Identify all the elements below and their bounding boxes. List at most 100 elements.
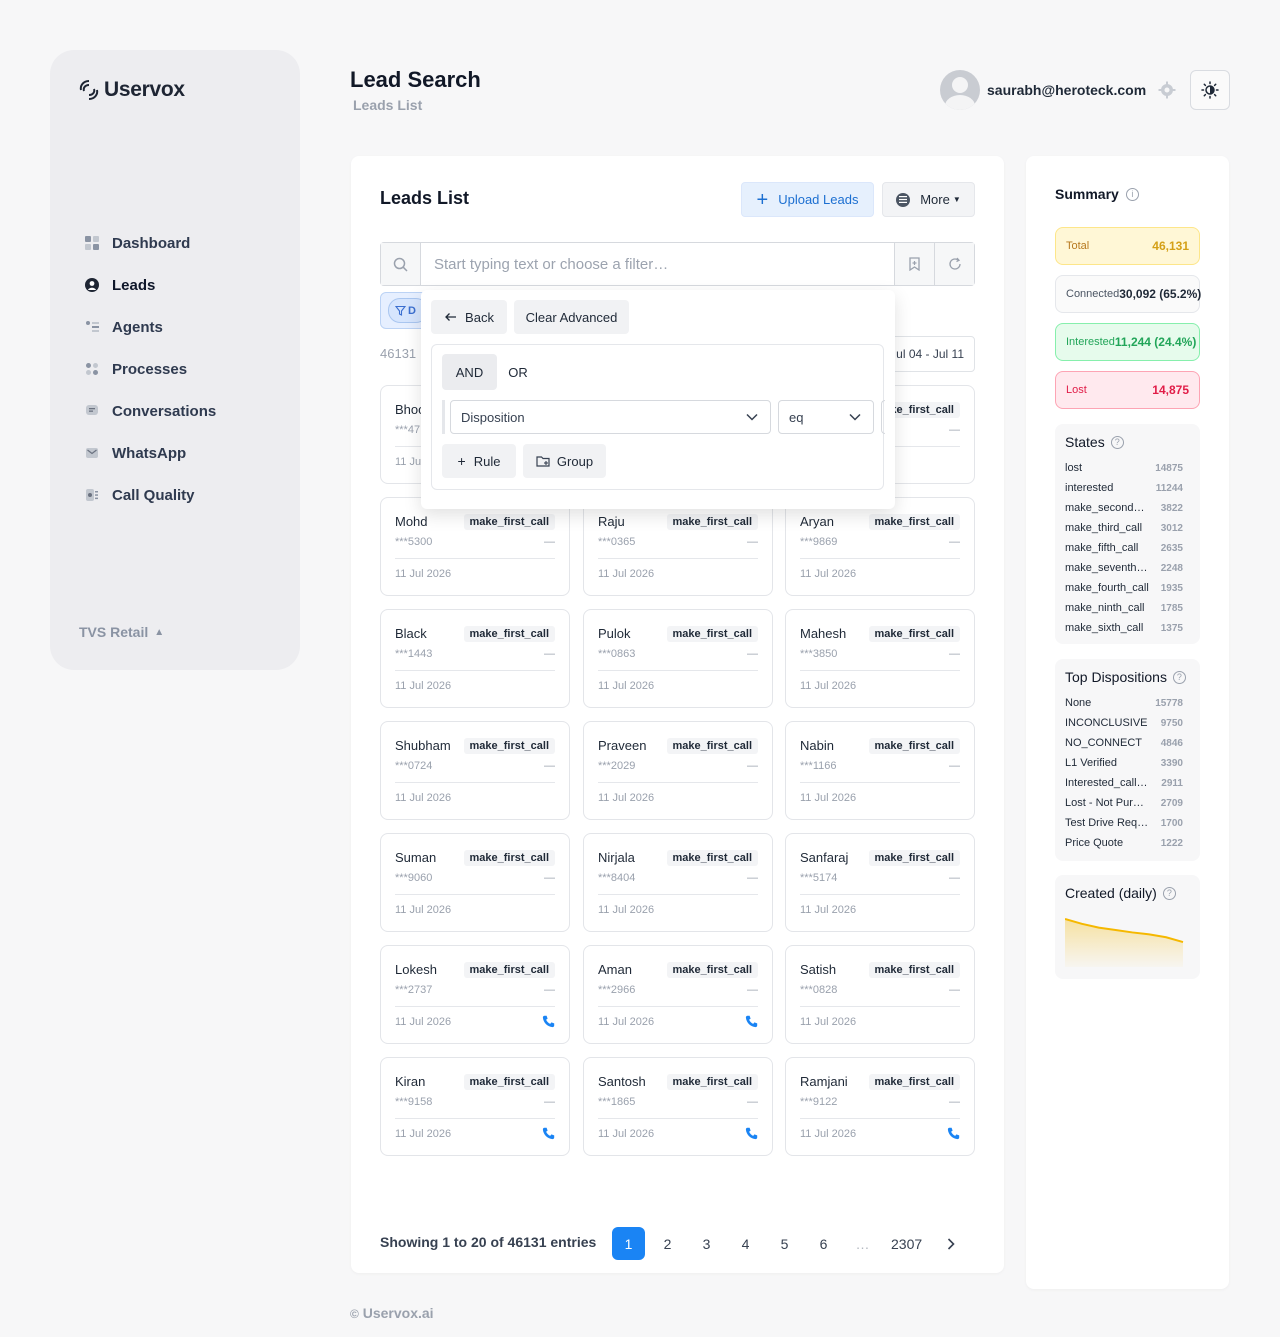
sun-icon xyxy=(1201,81,1219,99)
page-button[interactable]: 2307 xyxy=(885,1227,928,1260)
disposition-row[interactable]: L1 Verified 3390 xyxy=(1065,753,1183,773)
help-icon[interactable]: ? xyxy=(1172,670,1186,684)
sidebar-item-dashboard[interactable]: Dashboard xyxy=(84,222,216,264)
state-row[interactable]: make_seventh… 2248 xyxy=(1065,558,1183,578)
avatar[interactable] xyxy=(940,70,980,110)
page-button[interactable]: 1 xyxy=(612,1227,645,1260)
lead-card[interactable]: Pulok make_first_call ***0863 — 11 Jul 2026 xyxy=(583,609,773,708)
add-rule-button[interactable]: + Rule xyxy=(442,444,516,478)
arrow-left-icon xyxy=(445,313,457,321)
help-icon[interactable]: ? xyxy=(1110,435,1124,449)
help-icon[interactable]: ? xyxy=(1162,886,1176,900)
disposition-row[interactable]: INCONCLUSIVE 9750 xyxy=(1065,713,1183,733)
sidebar-item-processes[interactable]: Processes xyxy=(84,348,216,390)
lead-disposition: — xyxy=(747,760,758,772)
lead-date: 11 Jul 2026 xyxy=(800,568,857,580)
divider xyxy=(598,894,758,895)
page-button[interactable]: 4 xyxy=(729,1227,762,1260)
page-button[interactable]: 6 xyxy=(807,1227,840,1260)
lead-card[interactable]: Lokesh make_first_call ***2737 — 11 Jul 2026 xyxy=(380,945,570,1044)
state-row[interactable]: make_ninth_call 1785 xyxy=(1065,598,1183,618)
lead-date: 11 Ju xyxy=(395,456,422,468)
page-button[interactable]: 5 xyxy=(768,1227,801,1260)
disposition-row[interactable]: None 15778 xyxy=(1065,693,1183,713)
info-icon[interactable]: i xyxy=(1125,187,1139,201)
lead-card[interactable]: Aman make_first_call ***2966 — 11 Jul 2026 xyxy=(583,945,773,1044)
lead-card[interactable]: Aryan make_first_call ***9869 — 11 Jul 2026 xyxy=(785,497,975,596)
lead-card[interactable]: Praveen make_first_call ***2029 — 11 Jul 202… xyxy=(583,721,773,820)
stat-lost[interactable]: Lost 14,875 xyxy=(1055,371,1200,409)
state-row[interactable]: lost 14875 xyxy=(1065,458,1183,478)
lead-state-badge: make_first_call xyxy=(463,962,555,978)
lead-card[interactable]: Kiran make_first_call ***9158 — 11 Jul 2026 xyxy=(380,1057,570,1156)
sidebar-item-conversations[interactable]: Conversations xyxy=(84,390,216,432)
phone-icon[interactable] xyxy=(542,1127,555,1140)
bookmark-button[interactable] xyxy=(894,243,934,285)
lead-card[interactable]: Ramjani make_first_call ***9122 — 11 Jul 202… xyxy=(785,1057,975,1156)
state-row[interactable]: interested 11244 xyxy=(1065,478,1183,498)
stat-interested[interactable]: Interested 11,244 (24.4%) xyxy=(1055,323,1200,361)
page-button[interactable]: 2 xyxy=(651,1227,684,1260)
lead-card[interactable]: Satish make_first_call ***0828 — 11 Jul 2026 xyxy=(785,945,975,1044)
lead-card[interactable]: Santosh make_first_call ***1865 — 11 Jul 202… xyxy=(583,1057,773,1156)
state-row[interactable]: make_third_call 3012 xyxy=(1065,518,1183,538)
clear-advanced-button[interactable]: Clear Advanced xyxy=(514,300,629,334)
phone-icon[interactable] xyxy=(745,1015,758,1028)
lead-card[interactable]: Mahesh make_first_call ***3850 — 11 Jul 2026 xyxy=(785,609,975,708)
state-row[interactable]: make_sixth_call 1375 xyxy=(1065,618,1183,638)
and-toggle[interactable]: AND xyxy=(442,354,497,390)
disposition-row-count: 9750 xyxy=(1160,717,1183,729)
date-range-picker[interactable]: ul 04 - Jul 11 xyxy=(889,336,975,372)
more-button[interactable]: More ▼ xyxy=(882,182,975,217)
phone-icon[interactable] xyxy=(745,1127,758,1140)
sidebar-item-whatsapp[interactable]: WhatsApp xyxy=(84,432,216,474)
sidebar-item-call-quality[interactable]: Call Quality xyxy=(84,474,216,516)
user-menu[interactable]: saurabh@heroteck.com xyxy=(940,70,1176,110)
theme-toggle-button[interactable] xyxy=(1190,70,1230,110)
page-button[interactable]: 3 xyxy=(690,1227,723,1260)
add-group-button[interactable]: Group xyxy=(523,444,606,478)
lead-card[interactable]: Mohd make_first_call ***5300 — 11 Jul 2026 xyxy=(380,497,570,596)
divider xyxy=(598,670,758,671)
lead-card[interactable]: Shubham make_first_call ***0724 — 11 Jul 202… xyxy=(380,721,570,820)
refresh-button[interactable] xyxy=(934,243,974,285)
lead-card[interactable]: Nabin make_first_call ***1166 — 11 Jul 2026 xyxy=(785,721,975,820)
stat-total[interactable]: Total 46,131 xyxy=(1055,227,1200,265)
stat-connected-value: 30,092 (65.2%) xyxy=(1119,287,1202,301)
disposition-row[interactable]: Test Drive Req… 1700 xyxy=(1065,813,1183,833)
disposition-row[interactable]: NO_CONNECT 4846 xyxy=(1065,733,1183,753)
lead-card[interactable]: Black make_first_call ***1443 — 11 Jul 2026 xyxy=(380,609,570,708)
disposition-row[interactable]: Interested_call… 2911 xyxy=(1065,773,1183,793)
or-toggle[interactable]: OR xyxy=(498,354,538,390)
field-select[interactable]: Disposition xyxy=(450,400,771,434)
sidebar-item-leads[interactable]: Leads xyxy=(84,264,216,306)
back-button[interactable]: Back xyxy=(431,300,507,334)
disposition-row[interactable]: Price Quote 1222 xyxy=(1065,833,1183,853)
value-select[interactable] xyxy=(881,400,885,434)
state-row[interactable]: make_fifth_call 2635 xyxy=(1065,538,1183,558)
rule-drag-handle[interactable] xyxy=(442,400,445,434)
search-input[interactable] xyxy=(421,243,894,285)
phone-icon[interactable] xyxy=(542,1015,555,1028)
state-row-label: make_fifth_call xyxy=(1065,542,1139,554)
lead-disposition: — xyxy=(544,760,555,772)
chart-area xyxy=(1065,919,1183,967)
next-page-button[interactable] xyxy=(934,1227,967,1260)
operator-select[interactable]: eq xyxy=(778,400,874,434)
state-row[interactable]: make_second… 3822 xyxy=(1065,498,1183,518)
add-group-label: Group xyxy=(556,453,594,469)
lead-card[interactable]: Sanfaraj make_first_call ***5174 — 11 Jul 20… xyxy=(785,833,975,932)
stat-connected[interactable]: Connected 30,092 (65.2%) xyxy=(1055,275,1202,313)
gear-icon[interactable] xyxy=(1158,81,1176,99)
disposition-row[interactable]: Lost - Not Purc… 2709 xyxy=(1065,793,1183,813)
upload-leads-button[interactable]: + Upload Leads xyxy=(741,182,874,217)
lead-card[interactable]: Nirjala make_first_call ***8404 — 11 Jul 202… xyxy=(583,833,773,932)
tenant-switcher[interactable]: TVS Retail ▲ xyxy=(79,624,164,640)
state-row[interactable]: make_fourth_call 1935 xyxy=(1065,578,1183,598)
filter-icon xyxy=(395,305,406,316)
sidebar-item-agents[interactable]: Agents xyxy=(84,306,216,348)
lead-card[interactable]: Raju make_first_call ***0365 — 11 Jul 2026 xyxy=(583,497,773,596)
logo[interactable]: Uservox xyxy=(78,78,185,102)
phone-icon[interactable] xyxy=(947,1127,960,1140)
lead-card[interactable]: Suman make_first_call ***9060 — 11 Jul 2026 xyxy=(380,833,570,932)
